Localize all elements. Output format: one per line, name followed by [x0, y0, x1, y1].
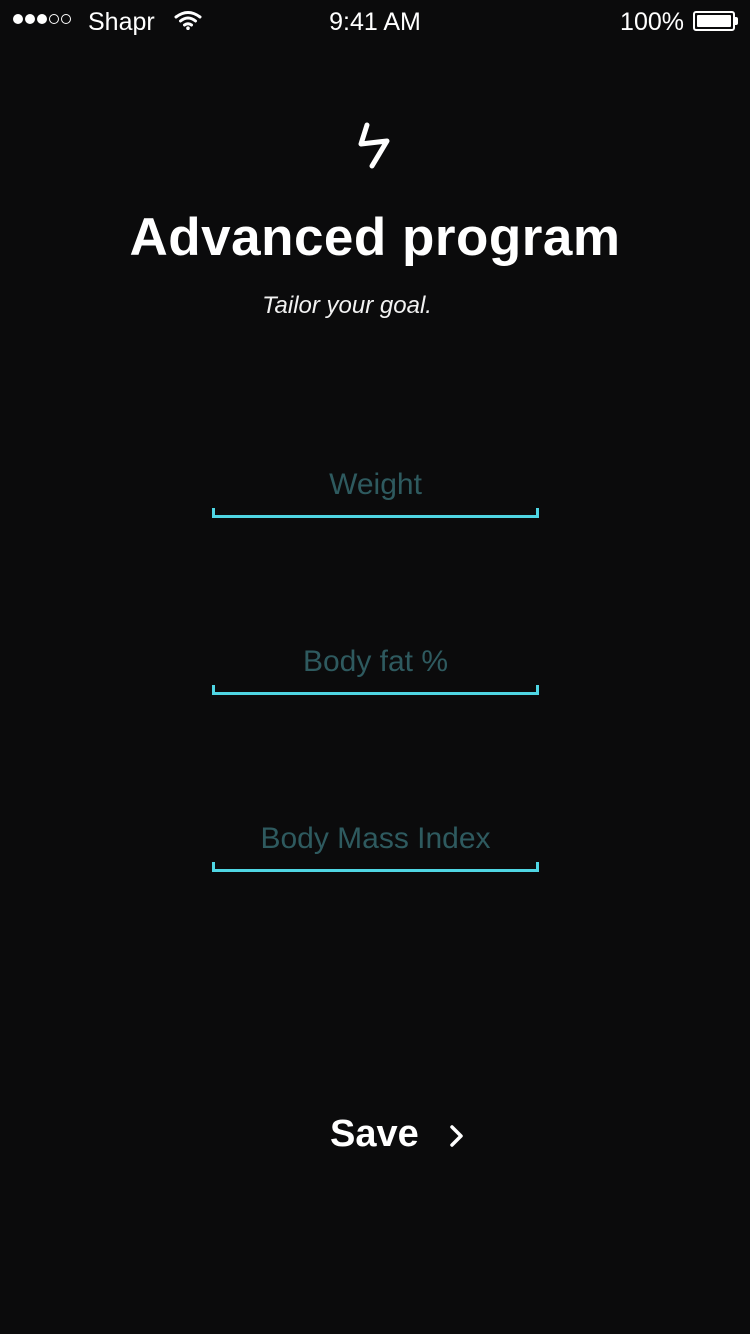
battery-level: [697, 15, 731, 27]
weight-field[interactable]: [212, 460, 539, 520]
save-label: Save: [330, 1112, 419, 1155]
lightning-bolt-icon: [358, 122, 390, 169]
body-fat-underline: [212, 685, 539, 695]
status-bar: Shapr 9:41 AM 100%: [0, 0, 750, 42]
page-subtitle: Tailor your goal.: [262, 292, 432, 319]
chevron-right-icon: [450, 1125, 463, 1147]
battery-percentage: 100%: [620, 8, 684, 36]
battery-icon: [693, 11, 739, 31]
body-fat-input[interactable]: [212, 637, 539, 687]
page-title: Advanced program: [129, 208, 621, 267]
bmi-field[interactable]: [212, 814, 539, 874]
weight-input[interactable]: [212, 460, 539, 510]
weight-underline: [212, 508, 539, 518]
body-fat-field[interactable]: [212, 637, 539, 697]
save-button[interactable]: Save: [315, 1104, 475, 1164]
bmi-input[interactable]: [212, 814, 539, 864]
bmi-underline: [212, 862, 539, 872]
